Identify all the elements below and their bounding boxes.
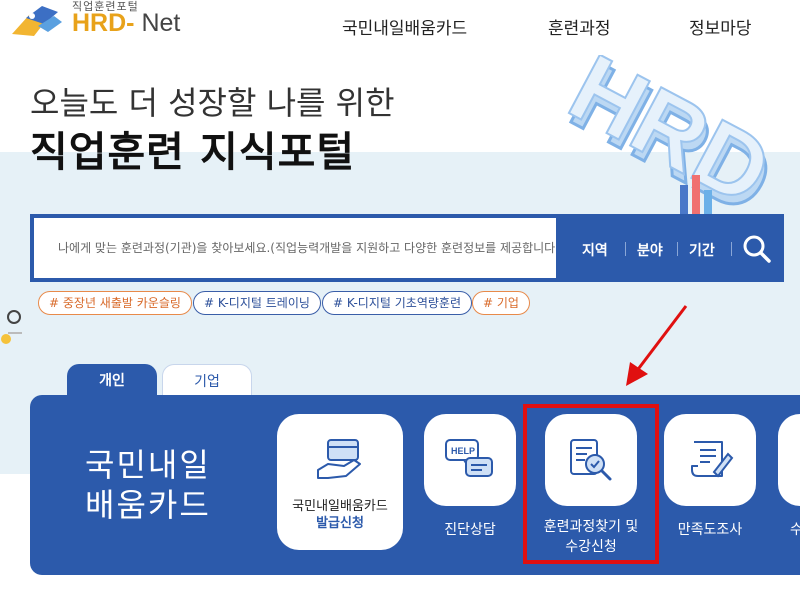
svg-text:HELP: HELP xyxy=(451,446,475,456)
filter-field[interactable]: 분야 xyxy=(637,240,663,260)
help-chat-icon: HELP xyxy=(445,439,493,477)
card-more-label: 수 xyxy=(790,522,800,538)
card-diagnosis-consult[interactable]: HELP xyxy=(424,414,516,506)
course-search-bar: 나에게 맞는 훈련과정(기관)을 찾아보세요.(직업능력개발을 지원하고 다양한… xyxy=(30,214,784,282)
key-decoration-icon xyxy=(1,310,22,344)
hero-title: 직업훈련 지식포털 xyxy=(30,128,356,176)
panel-title: 국민내일 배움카드 xyxy=(85,446,211,524)
filter-region[interactable]: 지역 xyxy=(582,240,608,260)
tag-company[interactable]: # 기업 xyxy=(472,291,530,315)
filter-divider xyxy=(625,242,626,256)
card-survey-label: 만족도조사 xyxy=(677,522,743,538)
card-issue-label-1: 국민내일배움카드 xyxy=(292,499,388,514)
filter-period[interactable]: 기간 xyxy=(689,240,715,260)
nav-item-learning-card[interactable]: 국민내일배움카드 xyxy=(342,14,467,39)
nav-item-info[interactable]: 정보마당 xyxy=(689,14,752,39)
card-diagnosis-label: 진단상담 xyxy=(444,522,496,538)
card-hand-icon xyxy=(317,439,361,479)
card-issue-label-2: 발급신청 xyxy=(316,516,364,531)
filter-divider xyxy=(731,242,732,256)
tab-individual[interactable]: 개인 xyxy=(67,364,157,398)
tag-middle-aged-counseling[interactable]: # 중장년 새출발 카운슬링 xyxy=(38,291,192,315)
tag-k-digital-training[interactable]: # K-디지털 트레이닝 xyxy=(193,291,321,315)
hrd-3d-illustration: HRD HRD xyxy=(552,55,790,225)
search-icon[interactable] xyxy=(740,232,774,266)
course-search-input[interactable]: 나에게 맞는 훈련과정(기관)을 찾아보세요.(직업능력개발을 지원하고 다양한… xyxy=(34,218,556,278)
card-more[interactable] xyxy=(778,414,800,506)
tag-k-digital-basic[interactable]: # K-디지털 기초역량훈련 xyxy=(322,291,472,315)
logo-wordmark: HRD- Net xyxy=(72,9,181,37)
card-satisfaction-survey[interactable] xyxy=(664,414,756,506)
scroll-pen-icon xyxy=(691,441,734,478)
hrd-net-logo[interactable]: 직업훈련포털 HRD- Net xyxy=(8,0,198,42)
tab-company[interactable]: 기업 xyxy=(162,364,252,398)
filter-divider xyxy=(677,242,678,256)
logo-mark-icon xyxy=(12,6,62,36)
nav-item-training-courses[interactable]: 훈련과정 xyxy=(548,14,611,39)
card-issue-application[interactable]: 국민내일배움카드 발급신청 xyxy=(277,414,403,550)
highlight-box xyxy=(523,404,659,564)
pointer-arrow-icon xyxy=(626,305,688,386)
